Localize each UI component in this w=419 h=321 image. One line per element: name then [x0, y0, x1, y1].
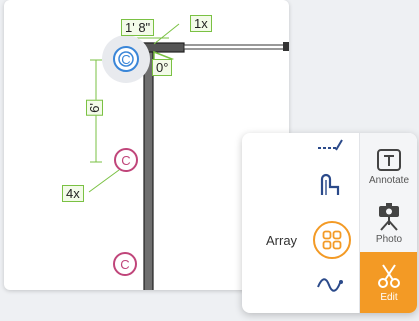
pipe-line[interactable]: [183, 44, 285, 50]
edit-label: Edit: [380, 291, 398, 303]
angle-label[interactable]: 0°: [152, 59, 173, 76]
array-count-label[interactable]: 4x: [62, 185, 84, 202]
dashed-line-icon[interactable]: [316, 138, 344, 159]
annotate-button[interactable]: Annotate: [360, 138, 417, 196]
top-count-label[interactable]: 1x: [190, 15, 212, 32]
photo-button[interactable]: Photo: [360, 195, 417, 253]
annotate-label: Annotate: [368, 175, 410, 186]
vertical-length-dimension[interactable]: 6': [86, 100, 103, 116]
camera-tripod-icon: [379, 203, 399, 231]
vertical-wall[interactable]: [143, 42, 154, 290]
text-box-icon: [377, 149, 401, 171]
array-leader-line: [88, 169, 120, 193]
top-wall[interactable]: [143, 42, 185, 53]
grid-array-icon: [322, 230, 342, 250]
fixture-2-symbol: C: [121, 153, 130, 168]
array-button[interactable]: [313, 221, 351, 259]
tool-panel: Array Annotate Photo Edit: [242, 133, 417, 313]
array-label: Array: [266, 233, 298, 248]
count-leader-line: [153, 23, 180, 45]
edit-button[interactable]: Edit: [360, 252, 417, 313]
pipe-fitting-icon[interactable]: [319, 173, 341, 202]
wave-line-icon[interactable]: [316, 275, 344, 300]
pipe-end-cap[interactable]: [283, 42, 289, 51]
fixture-selected-symbol: C: [121, 52, 130, 67]
scissors-icon: [378, 263, 400, 288]
photo-label: Photo: [375, 234, 403, 245]
tool-right-column: Annotate Photo Edit: [359, 133, 417, 313]
top-length-dimension[interactable]: 1' 8": [121, 19, 155, 36]
fixture-3-symbol: C: [120, 257, 129, 272]
